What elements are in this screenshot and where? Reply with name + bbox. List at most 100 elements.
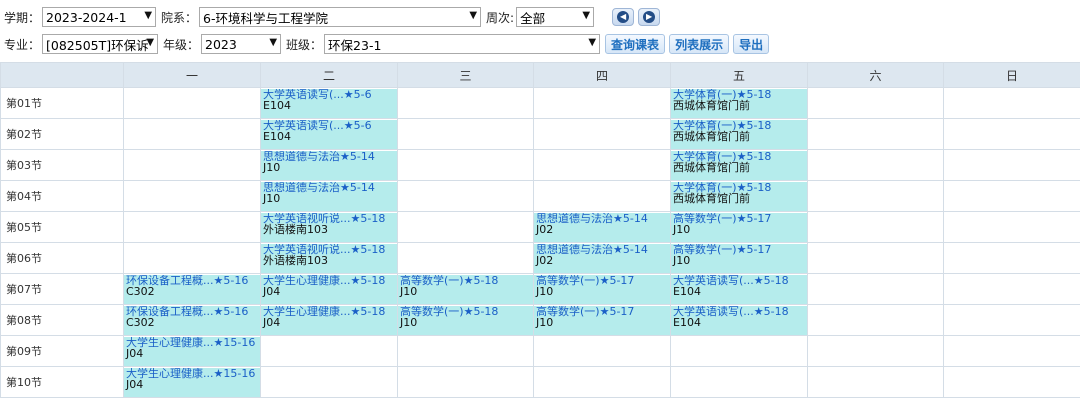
grade-select[interactable]: 2023 ▼ [201,34,282,54]
course-block[interactable]: 高等数学(一)★5-17 J10 [534,275,670,304]
course-title[interactable]: 大学生心理健康...★15-16 [126,337,258,348]
course-title[interactable]: 大学生心理健康...★5-18 [263,306,395,317]
next-week-button[interactable]: ▶ [638,8,661,26]
course-title[interactable]: 高等数学(一)★5-17 [673,244,805,255]
course-room: 外语楼南103 [263,223,328,236]
course-block[interactable]: 思想道德与法治★5-14 J10 [261,182,397,211]
period-label: 第03节 [0,149,124,181]
course-block[interactable]: 大学体育(一)★5-18 西城体育馆门前 [671,182,807,211]
schedule-cell [670,366,808,398]
course-room: J02 [536,223,554,236]
major-select[interactable]: [082505T]环保诉 ▼ [42,34,159,54]
schedule-cell [123,87,261,119]
schedule-cell [943,118,1080,150]
course-room: 西城体育馆门前 [673,161,750,174]
schedule-cell: 大学体育(一)★5-18 西城体育馆门前 [670,87,808,119]
course-block[interactable]: 高等数学(一)★5-17 J10 [534,306,670,335]
course-block[interactable]: 大学英语视听说...★5-18 外语楼南103 [261,244,397,273]
course-title[interactable]: 高等数学(一)★5-17 [536,306,668,317]
term-select-value: 2023-2024-1 [46,9,127,25]
course-title[interactable]: 高等数学(一)★5-17 [673,213,805,224]
dept-select[interactable]: 6-环境科学与工程学院 ▼ [199,7,482,27]
schedule-table: 一二三四五六日 第01节 大学英语读写(...★5-6 E104 大学体育(一)★5-… [0,62,1080,398]
course-block[interactable]: 大学英语读写(...★5-6 E104 [261,89,397,118]
course-title[interactable]: 思想道德与法治★5-14 [536,213,668,224]
course-title[interactable]: 高等数学(一)★5-18 [400,306,531,317]
schedule-cell: 大学生心理健康...★15-16 J04 [123,366,261,398]
export-button[interactable]: 导出 [733,34,770,54]
class-select[interactable]: 环保23-1 ▼ [324,34,601,54]
week-select[interactable]: 全部 ▼ [516,7,595,27]
dept-label: 院系： [161,10,198,25]
schedule-cell [807,304,944,336]
weekday-header: 三 [397,62,534,88]
course-block[interactable]: 高等数学(一)★5-17 J10 [671,213,807,242]
list-view-button[interactable]: 列表展示 [669,34,730,54]
course-block[interactable]: 大学英语读写(...★5-18 E104 [671,275,807,304]
course-room: E104 [263,130,291,143]
schedule-cell: 大学英语读写(...★5-18 E104 [670,304,808,336]
course-block[interactable]: 高等数学(一)★5-17 J10 [671,244,807,273]
course-block[interactable]: 大学英语视听说...★5-18 外语楼南103 [261,213,397,242]
schedule-cell: 高等数学(一)★5-18 J10 [397,273,534,305]
course-room: J04 [126,378,144,391]
course-block[interactable]: 大学英语读写(...★5-6 E104 [261,120,397,149]
schedule-cell: 大学体育(一)★5-18 西城体育馆门前 [670,180,808,212]
major-select-value: [082505T]环保诉 [46,37,149,53]
chevron-down-icon: ▼ [469,10,478,21]
schedule-cell [397,87,534,119]
course-block[interactable]: 思想道德与法治★5-14 J10 [261,151,397,180]
course-block[interactable]: 环保设备工程概...★5-16 C302 [124,306,260,335]
schedule-cell: 大学英语读写(...★5-6 E104 [260,87,398,119]
schedule-cell [943,366,1080,398]
course-block[interactable]: 高等数学(一)★5-18 J10 [398,306,533,335]
course-room: 外语楼南103 [263,254,328,267]
schedule-cell [807,366,944,398]
course-block[interactable]: 思想道德与法治★5-14 J02 [534,244,670,273]
course-block[interactable]: 大学体育(一)★5-18 西城体育馆门前 [671,151,807,180]
chevron-down-icon: ▼ [146,37,155,48]
class-select-value: 环保23-1 [328,37,382,53]
schedule-cell [533,335,671,367]
course-block[interactable]: 大学生心理健康...★5-18 J04 [261,306,397,335]
course-title[interactable]: 高等数学(一)★5-17 [536,275,668,286]
course-block[interactable]: 大学体育(一)★5-18 西城体育馆门前 [671,89,807,118]
course-block[interactable]: 大学英语读写(...★5-18 E104 [671,306,807,335]
course-block[interactable]: 高等数学(一)★5-18 J10 [398,275,533,304]
period-row: 第02节 大学英语读写(...★5-6 E104 大学体育(一)★5-18 西城体育馆门… [0,118,1080,150]
course-block[interactable]: 大学生心理健康...★5-18 J04 [261,275,397,304]
filter-row-1: 学期： 2023-2024-1 ▼ 院系： 6-环境科学与工程学院 ▼ 周次: … [4,5,664,29]
prev-week-button[interactable]: ◀ [612,8,635,26]
schedule-cell: 大学体育(一)★5-18 西城体育馆门前 [670,149,808,181]
grade-label: 年级： [163,37,200,52]
weekday-header: 五 [670,62,808,88]
schedule-cell [943,149,1080,181]
course-block[interactable]: 大学体育(一)★5-18 西城体育馆门前 [671,120,807,149]
period-label: 第09节 [0,335,124,367]
schedule-cell [123,149,261,181]
schedule-cell: 环保设备工程概...★5-16 C302 [123,304,261,336]
course-room: C302 [126,316,155,329]
course-room: C302 [126,285,155,298]
term-select[interactable]: 2023-2024-1 ▼ [42,7,157,27]
course-block[interactable]: 大学生心理健康...★15-16 J04 [124,337,260,366]
course-title[interactable]: 大学生心理健康...★5-18 [263,275,395,286]
course-title[interactable]: 高等数学(一)★5-18 [400,275,531,286]
schedule-cell [807,335,944,367]
period-label: 第07节 [0,273,124,305]
schedule-cell [807,118,944,150]
course-title[interactable]: 思想道德与法治★5-14 [263,151,395,162]
course-block[interactable]: 环保设备工程概...★5-16 C302 [124,275,260,304]
course-room: E104 [673,316,701,329]
course-block[interactable]: 大学生心理健康...★15-16 J04 [124,368,260,397]
period-row: 第04节 思想道德与法治★5-14 J10 大学体育(一)★5-18 西城体育馆门前 [0,180,1080,212]
course-room: J02 [536,254,554,267]
course-title[interactable]: 思想道德与法治★5-14 [536,244,668,255]
query-schedule-button[interactable]: 查询课表 [605,34,666,54]
schedule-cell: 高等数学(一)★5-17 J10 [533,304,671,336]
schedule-cell: 思想道德与法治★5-14 J02 [533,211,671,243]
chevron-left-icon: ◀ [617,11,630,23]
course-title[interactable]: 思想道德与法治★5-14 [263,182,395,193]
course-title[interactable]: 大学生心理健康...★15-16 [126,368,258,379]
course-block[interactable]: 思想道德与法治★5-14 J02 [534,213,670,242]
